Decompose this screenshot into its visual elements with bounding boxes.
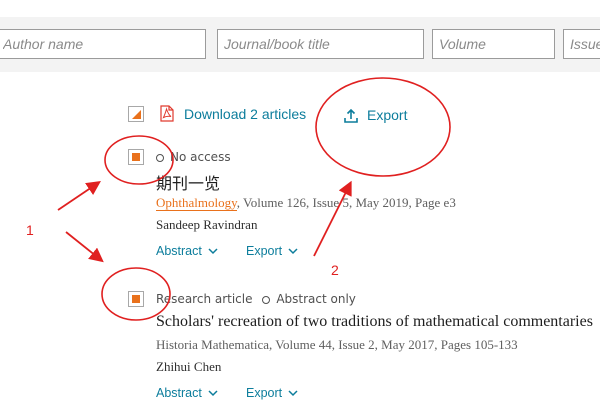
issue-input[interactable] bbox=[563, 29, 600, 59]
result-2-meta: Research article Abstract only bbox=[156, 292, 356, 306]
access-label: No access bbox=[170, 150, 231, 164]
abstract-label: Abstract bbox=[156, 386, 202, 400]
result-1-checkbox[interactable] bbox=[128, 149, 144, 165]
export-label: Export bbox=[246, 244, 283, 258]
source-details: , Volume 126, Issue 5, May 2019, Page e3 bbox=[236, 195, 456, 210]
author-name-input[interactable] bbox=[0, 29, 206, 59]
access-label: Abstract only bbox=[276, 292, 356, 306]
volume-input[interactable] bbox=[432, 29, 555, 59]
result-1-export-toggle[interactable]: Export bbox=[246, 244, 298, 258]
result-1-source: Ophthalmology, Volume 126, Issue 5, May … bbox=[156, 195, 456, 211]
chevron-down-icon bbox=[288, 390, 298, 397]
result-2-export-toggle[interactable]: Export bbox=[246, 386, 298, 400]
pdf-icon bbox=[160, 105, 174, 122]
abstract-label: Abstract bbox=[156, 244, 202, 258]
result-1-meta: No access bbox=[156, 150, 231, 164]
annotation-label-2: 2 bbox=[331, 262, 339, 278]
result-2-checkbox[interactable] bbox=[128, 291, 144, 307]
chevron-down-icon bbox=[288, 248, 298, 255]
select-all-checkbox[interactable] bbox=[128, 106, 144, 122]
journal-link[interactable]: Ophthalmology bbox=[156, 195, 237, 211]
check-mark bbox=[132, 153, 140, 161]
annotation-label-1: 1 bbox=[26, 222, 34, 238]
result-1-abstract-toggle[interactable]: Abstract bbox=[156, 244, 218, 258]
result-2-source: Historia Mathematica, Volume 44, Issue 2… bbox=[156, 337, 518, 352]
access-dot-icon bbox=[156, 153, 164, 162]
article-type-label: Research article bbox=[156, 292, 253, 306]
chevron-down-icon bbox=[208, 248, 218, 255]
result-2-author: Zhihui Chen bbox=[156, 359, 222, 374]
result-2-abstract-toggle[interactable]: Abstract bbox=[156, 386, 218, 400]
annotation-arrow bbox=[57, 180, 101, 211]
annotation-arrow bbox=[65, 231, 104, 263]
partial-check-mark bbox=[132, 110, 141, 119]
result-2-title[interactable]: Scholars' recreation of two traditions o… bbox=[156, 313, 593, 331]
highlight-circle-export bbox=[315, 77, 451, 177]
export-label: Export bbox=[246, 386, 283, 400]
export-button[interactable]: Export bbox=[367, 107, 407, 123]
download-articles-button[interactable]: Download 2 articles bbox=[184, 106, 306, 122]
result-1-title[interactable]: 期刊一览 bbox=[156, 170, 220, 194]
access-dot-icon bbox=[262, 295, 271, 304]
check-mark bbox=[132, 295, 140, 303]
chevron-down-icon bbox=[208, 390, 218, 397]
export-icon bbox=[344, 108, 358, 123]
result-1-author: Sandeep Ravindran bbox=[156, 217, 258, 232]
journal-title-input[interactable] bbox=[217, 29, 424, 59]
